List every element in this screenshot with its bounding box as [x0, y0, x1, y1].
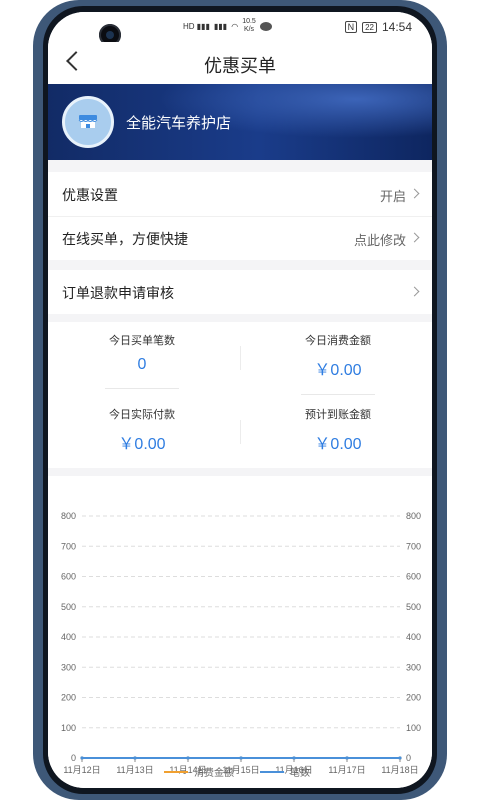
discount-setting-row[interactable]: 优惠设置 开启	[48, 172, 432, 217]
storefront-icon	[78, 115, 98, 128]
store-banner: 全能汽车养护店	[48, 84, 432, 160]
wifi-icon: ◠	[231, 21, 239, 31]
chevron-right-icon	[409, 188, 420, 199]
volume-button	[437, 152, 441, 194]
trend-chart: 0 0 100 100 200 200 300 300 400 400 500 500 600 600 70…	[61, 511, 421, 779]
y-tick-right: 200	[406, 693, 421, 703]
chevron-right-icon	[409, 232, 420, 243]
legend-label: 笔数	[290, 766, 310, 779]
x-tick-label: 11月12日	[63, 765, 100, 775]
refund-card: 订单退款申请审核	[48, 270, 432, 314]
y-tick-left: 700	[61, 541, 76, 551]
y-tick-left: 0	[71, 753, 76, 763]
chart-card: 0 0 100 100 200 200 300 300 400 400 500 500 600 600 70…	[48, 476, 432, 788]
status-icons: HD ▮▮▮ ▮▮▮ ◠ 10.5 K/s	[183, 18, 272, 34]
data-point	[398, 756, 402, 760]
status-right: N 22 14:54	[344, 20, 412, 34]
y-tick-left: 100	[61, 723, 76, 733]
online-pay-label: 在线买单，方便快捷	[62, 231, 188, 247]
page-title: 优惠买单	[204, 56, 276, 76]
speed-value: 10.5	[242, 18, 256, 25]
today-orders-stat: 今日买单笔数 0	[72, 332, 212, 389]
today-paid-value: ￥0.00	[118, 436, 166, 453]
expected-stat: 预计到账金额 ￥0.00	[268, 406, 408, 454]
today-consume-label: 今日消费金额	[305, 335, 371, 347]
chevron-right-icon	[409, 286, 420, 297]
y-tick-right: 0	[406, 753, 411, 763]
y-tick-left: 500	[61, 602, 76, 612]
today-paid-stat: 今日实际付款 ￥0.00	[72, 406, 212, 454]
expected-value: ￥0.00	[314, 436, 362, 453]
speed-unit: K/s	[243, 26, 255, 33]
x-tick-label: 11月18日	[381, 765, 418, 775]
store-name: 全能汽车养护店	[126, 115, 232, 132]
settings-card: 优惠设置 开启 在线买单，方便快捷 点此修改	[48, 172, 432, 260]
battery-icon: 22	[362, 21, 377, 33]
refund-review-label: 订单退款申请审核	[62, 285, 174, 301]
data-point	[239, 756, 243, 760]
y-tick-left: 200	[61, 693, 76, 703]
y-tick-right: 300	[406, 662, 421, 672]
y-tick-left: 400	[61, 632, 76, 642]
x-tick-label: 11月13日	[116, 765, 153, 775]
legend-label: 消费金额	[194, 766, 234, 779]
y-tick-left: 800	[61, 511, 76, 521]
x-tick-label: 11月17日	[328, 765, 365, 775]
refund-review-row[interactable]: 订单退款申请审核	[48, 270, 432, 314]
power-button	[437, 232, 441, 260]
online-pay-value: 点此修改	[353, 233, 406, 248]
data-point	[345, 756, 349, 760]
today-orders-value: 0	[137, 356, 147, 373]
today-orders-label: 今日买单笔数	[109, 335, 175, 347]
clock: 14:54	[381, 20, 412, 34]
online-pay-row[interactable]: 在线买单，方便快捷 点此修改	[48, 216, 432, 260]
data-point	[186, 756, 190, 760]
data-point	[80, 756, 84, 760]
y-tick-left: 600	[61, 572, 76, 582]
y-tick-right: 100	[406, 723, 421, 733]
message-icon	[259, 21, 272, 31]
expected-label: 预计到账金额	[305, 409, 371, 421]
stats-card: 今日买单笔数 0 今日消费金额 ￥0.00 今日实际付款 ￥0.00 预计到账金…	[48, 322, 432, 468]
network-speed: 10.5 K/s	[242, 18, 256, 34]
divider	[240, 346, 241, 370]
y-tick-right: 700	[406, 541, 421, 551]
y-tick-right: 600	[406, 572, 421, 582]
hd-signal-icon: HD ▮▮▮	[183, 21, 210, 31]
y-tick-right: 500	[406, 602, 421, 612]
y-tick-left: 300	[61, 662, 76, 672]
today-paid-label: 今日实际付款	[109, 409, 175, 421]
today-consume-stat: 今日消费金额 ￥0.00	[268, 332, 408, 395]
discount-setting-value: 开启	[379, 189, 406, 204]
discount-setting-label: 优惠设置	[62, 187, 118, 203]
y-tick-right: 800	[406, 511, 421, 521]
today-consume-value: ￥0.00	[314, 362, 362, 379]
divider	[240, 420, 241, 444]
y-tick-right: 400	[406, 632, 421, 642]
nfc-icon: N	[344, 21, 358, 33]
nav-bar: 优惠买单	[48, 42, 432, 84]
data-point	[133, 756, 137, 760]
data-point	[292, 756, 296, 760]
store-avatar	[62, 96, 114, 148]
status-bar: HD ▮▮▮ ▮▮▮ ◠ 10.5 K/s N 22 14:54	[48, 12, 432, 46]
signal-icon: ▮▮▮	[213, 21, 228, 31]
screen: HD ▮▮▮ ▮▮▮ ◠ 10.5 K/s N 22 14:54 优惠买单 全能…	[48, 12, 432, 788]
